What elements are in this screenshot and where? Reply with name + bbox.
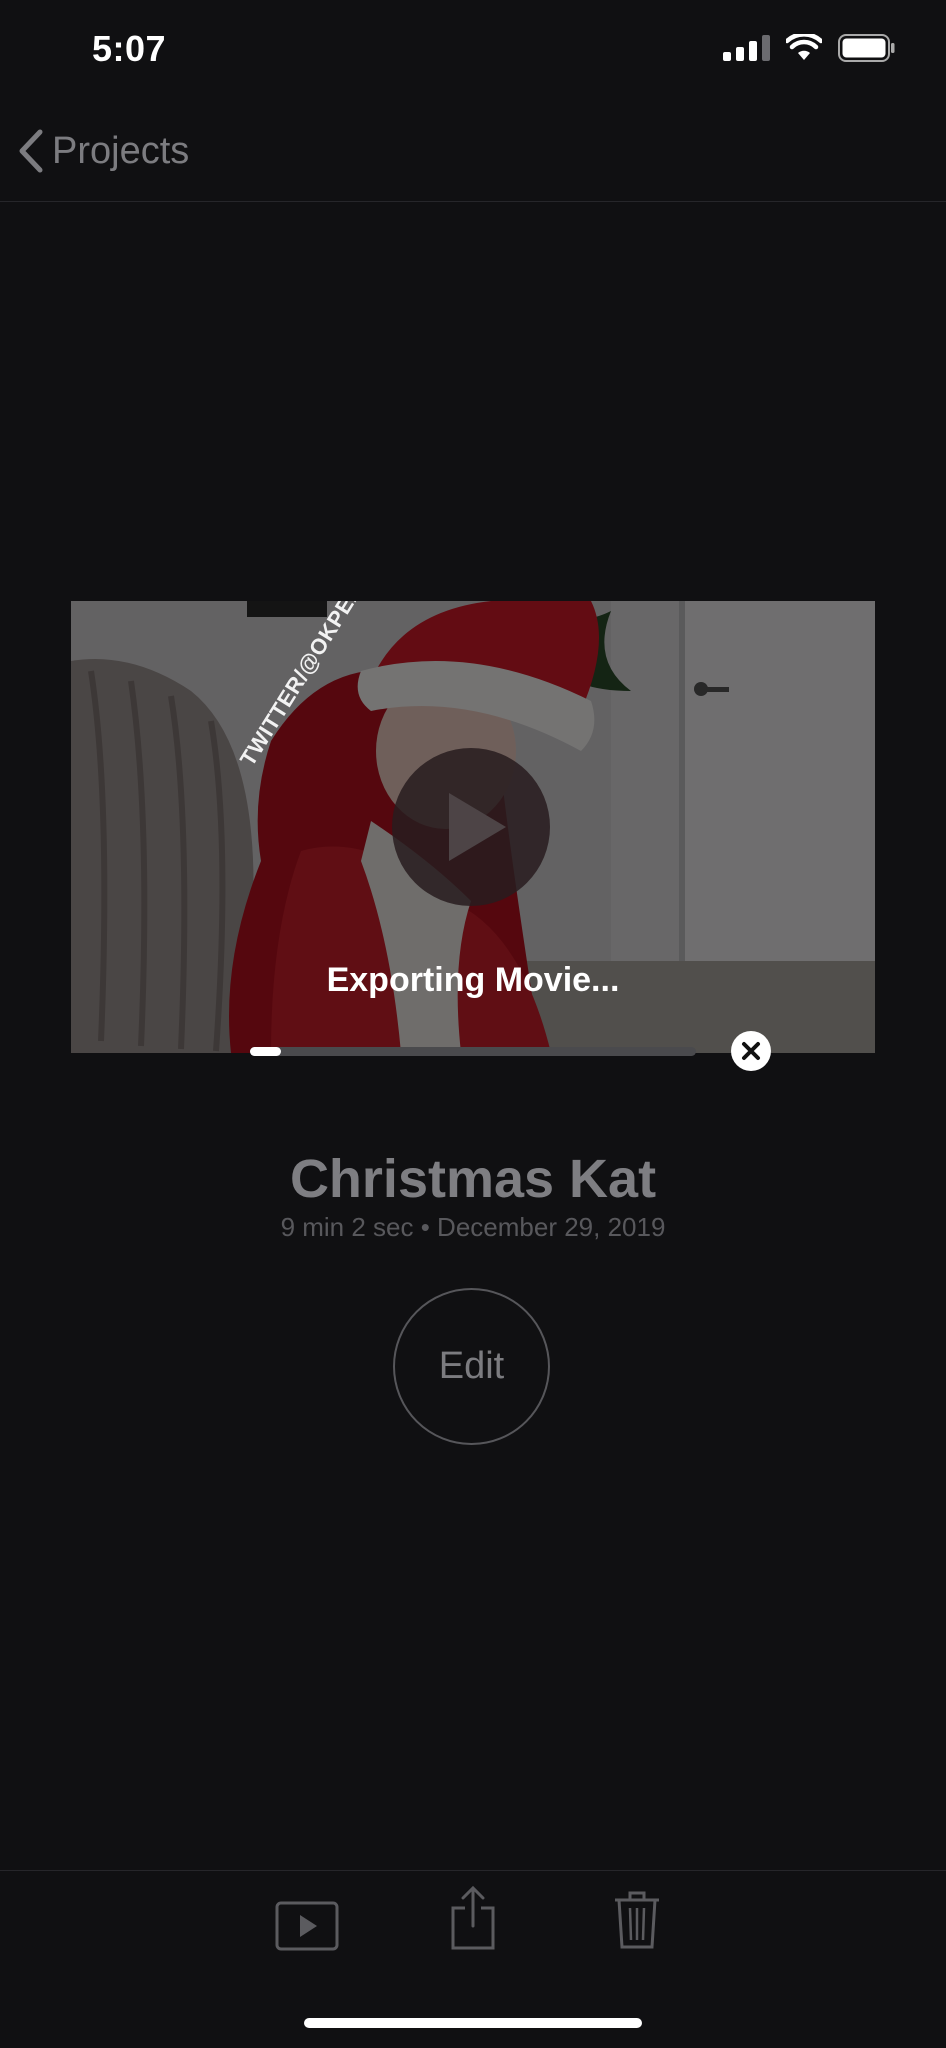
project-title: Christmas Kat bbox=[289, 1149, 657, 1209]
trash-icon bbox=[615, 1891, 659, 1949]
play-icon bbox=[449, 793, 506, 861]
export-progress-bar bbox=[250, 1047, 696, 1056]
status-icons bbox=[723, 34, 896, 62]
status-time: 5:07 bbox=[92, 28, 167, 69]
wifi-icon bbox=[786, 34, 822, 60]
cancel-export-button[interactable] bbox=[731, 1031, 771, 1071]
export-progress-fill bbox=[250, 1047, 282, 1056]
play-movie-icon bbox=[275, 1901, 339, 1951]
project-detail-screen: 5:07 Projects Exporting Movie... Christm… bbox=[0, 0, 946, 2048]
share-button[interactable] bbox=[438, 1883, 508, 1953]
chevron-left-icon bbox=[19, 129, 43, 173]
back-button[interactable]: Projects bbox=[16, 128, 189, 174]
project-subtitle: 9 min 2 sec • December 29, 2019 bbox=[280, 1212, 666, 1242]
battery-icon bbox=[838, 34, 895, 62]
export-status-label: Exporting Movie... bbox=[326, 961, 620, 999]
cellular-signal-icon bbox=[723, 35, 770, 61]
delete-button[interactable] bbox=[602, 1885, 672, 1955]
edit-label: Edit bbox=[438, 1345, 505, 1387]
play-movie-button[interactable] bbox=[272, 1891, 342, 1961]
movie-preview[interactable]: TWITTER/@OKPEACHTOT Exporting Movie... bbox=[71, 601, 875, 1053]
navigation-bar: Projects bbox=[0, 100, 946, 202]
share-icon bbox=[451, 1886, 495, 1950]
status-bar: 5:07 bbox=[0, 0, 946, 100]
play-button[interactable] bbox=[392, 748, 550, 906]
back-label: Projects bbox=[52, 129, 190, 172]
close-icon bbox=[742, 1042, 760, 1060]
edit-button[interactable]: Edit bbox=[393, 1288, 550, 1445]
home-indicator[interactable] bbox=[304, 2018, 642, 2028]
